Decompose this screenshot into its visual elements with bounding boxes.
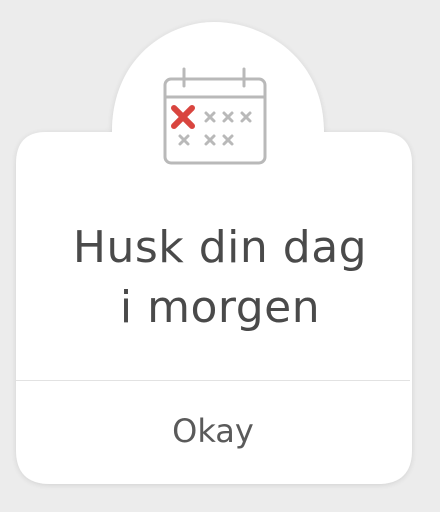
calendar-missed-day-icon bbox=[163, 67, 267, 165]
reminder-message: Husk din dag i morgen bbox=[0, 218, 440, 338]
message-line-1: Husk din dag bbox=[72, 222, 368, 273]
okay-button[interactable]: Okay bbox=[16, 381, 410, 481]
reminder-screen: Husk din dag i morgen Okay bbox=[0, 0, 440, 512]
message-line-2: i morgen bbox=[119, 282, 321, 333]
